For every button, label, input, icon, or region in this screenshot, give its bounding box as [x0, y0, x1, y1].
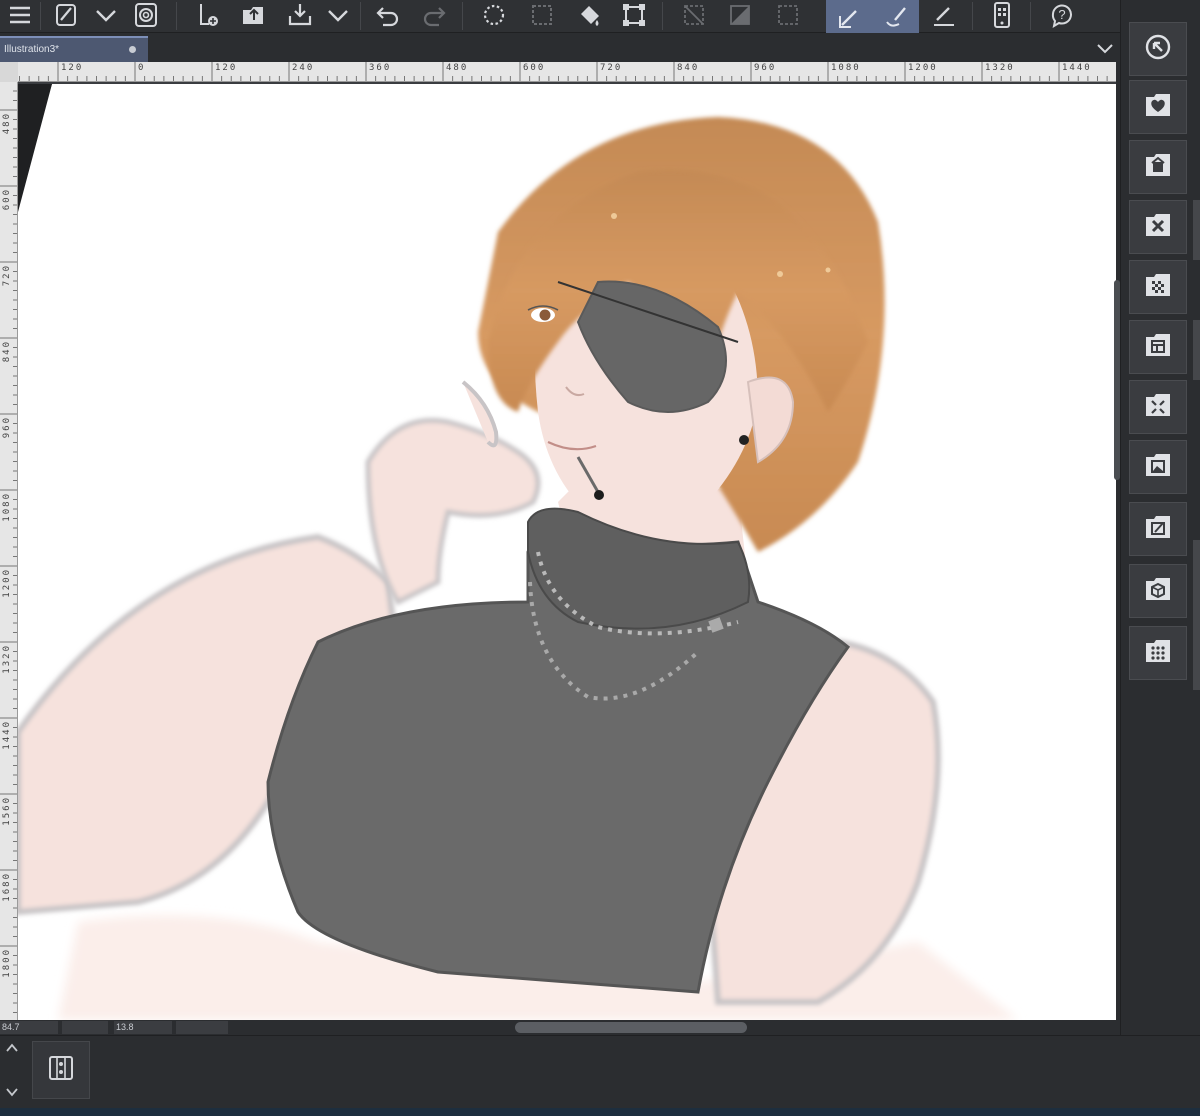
layout-button[interactable] [1129, 320, 1187, 374]
clip-studio-window: ? Illustration3* 120 0 120 240 360 480 600 720 8… [0, 0, 1200, 1116]
menu-icon[interactable] [0, 0, 40, 30]
ruler-label: 1320 [2, 644, 12, 674]
ruler-label: 720 [2, 264, 12, 287]
edit-button[interactable] [1129, 502, 1187, 556]
ruler-label: 120 [61, 63, 84, 73]
ruler-label: 600 [2, 188, 12, 211]
ruler-label: 480 [446, 63, 469, 73]
main-toolbar: ? [0, 0, 1120, 33]
ruler-label: 840 [2, 340, 12, 363]
bottom-panel [0, 1035, 1200, 1116]
material-icon [1143, 150, 1173, 185]
3d-material-button[interactable] [1129, 564, 1187, 618]
document-tab-bar: Illustration3* [0, 33, 1120, 62]
edit-icon [1143, 512, 1173, 547]
invert-selection-icon[interactable] [720, 0, 760, 30]
document-tab-title: Illustration3* [4, 44, 60, 55]
ruler-label: 600 [523, 63, 546, 73]
rotation-field[interactable]: 13.8 [114, 1021, 172, 1034]
dropdown-icon[interactable] [318, 0, 358, 30]
brush-tool-icon[interactable] [873, 0, 919, 33]
save-icon[interactable] [280, 0, 320, 30]
status-bar: 84.7 13.8 [0, 1020, 1120, 1035]
image-material-icon [1143, 450, 1173, 485]
sub-tool-button[interactable] [1129, 380, 1187, 434]
ruler-label: 240 [292, 63, 315, 73]
ruler-label: 0 [138, 63, 146, 73]
pen-settings-icon[interactable] [46, 0, 86, 30]
ruler-label: 1200 [2, 568, 12, 598]
illustration-artwork [18, 84, 1116, 1020]
new-canvas-icon[interactable] [188, 0, 228, 30]
ruler-label: 1680 [2, 872, 12, 902]
drawing-canvas[interactable] [18, 82, 1116, 1020]
smartphone-icon[interactable] [982, 0, 1022, 30]
grid-button[interactable] [1129, 626, 1187, 680]
ruler-label: 1200 [908, 63, 938, 73]
ruler-label: 120 [215, 63, 238, 73]
rotation-slider[interactable] [176, 1021, 228, 1034]
redo-icon[interactable] [414, 0, 454, 30]
ruler-label: 1800 [2, 948, 12, 978]
ruler-label: 1440 [1062, 63, 1092, 73]
ruler-label: 840 [677, 63, 700, 73]
select-area-icon[interactable] [522, 0, 562, 30]
pattern-button[interactable] [1129, 260, 1187, 314]
panel-edge[interactable] [1193, 200, 1200, 260]
deselect-icon[interactable] [768, 0, 808, 30]
undo-icon[interactable] [368, 0, 408, 30]
ruler-label: 480 [2, 112, 12, 135]
zoom-slider[interactable] [62, 1021, 108, 1034]
clear-selection-icon[interactable] [674, 0, 714, 30]
ruler-label: 960 [754, 63, 777, 73]
dropdown-icon[interactable] [86, 0, 126, 30]
favorites-icon [1143, 90, 1173, 125]
taskbar-strip [0, 1108, 1200, 1116]
right-sidebar [1120, 0, 1200, 1035]
ruler-label: 1080 [2, 492, 12, 522]
chevron-down-icon[interactable] [1094, 37, 1116, 59]
unsaved-indicator-icon [129, 46, 136, 53]
fill-icon[interactable] [570, 0, 610, 30]
ruler-corner [0, 62, 18, 82]
vertical-ruler[interactable]: 480 600 720 840 960 1080 1200 1320 1440 1560 1680 1… [0, 82, 18, 1020]
selection-launcher-icon[interactable] [474, 0, 514, 30]
horizontal-scrollbar[interactable] [515, 1022, 747, 1033]
ruler-label: 960 [2, 416, 12, 439]
companion-icon[interactable] [126, 0, 166, 30]
zoom-field[interactable]: 84.7 [0, 1021, 58, 1034]
ruler-label: 720 [600, 63, 623, 73]
image-material-button[interactable] [1129, 440, 1187, 494]
timeline-button[interactable] [32, 1041, 90, 1099]
pattern-icon [1143, 270, 1173, 305]
timeline-icon [47, 1054, 75, 1087]
horizontal-ruler[interactable]: 120 0 120 240 360 480 600 720 840 960 1080 1200 1320… [18, 62, 1116, 82]
expand-down-icon[interactable] [4, 1084, 20, 1100]
grid-icon [1143, 636, 1173, 671]
eraser-tool-icon[interactable] [924, 0, 964, 30]
sub-tool-icon [1143, 390, 1173, 425]
panel-edge[interactable] [1193, 320, 1200, 380]
ruler-label: 1080 [831, 63, 861, 73]
navigator-button[interactable] [1129, 22, 1187, 76]
transform-icon[interactable] [614, 0, 654, 30]
pen-tool-icon[interactable] [826, 0, 873, 33]
ruler-label: 1320 [985, 63, 1015, 73]
svg-text:?: ? [1058, 7, 1065, 22]
layout-icon [1143, 330, 1173, 365]
help-icon[interactable]: ? [1042, 0, 1082, 30]
ruler-label: 1440 [2, 720, 12, 750]
close-panel-button[interactable] [1129, 200, 1187, 254]
3d-material-icon [1143, 574, 1173, 609]
ruler-label: 1560 [2, 796, 12, 826]
document-tab[interactable]: Illustration3* [0, 36, 148, 62]
open-icon[interactable] [234, 0, 274, 30]
ruler-label: 360 [369, 63, 392, 73]
navigator-icon [1143, 32, 1173, 67]
panel-edge[interactable] [1193, 540, 1200, 690]
close-panel-icon [1143, 210, 1173, 245]
collapse-up-icon[interactable] [4, 1040, 20, 1056]
material-button[interactable] [1129, 140, 1187, 194]
favorites-button[interactable] [1129, 80, 1187, 134]
